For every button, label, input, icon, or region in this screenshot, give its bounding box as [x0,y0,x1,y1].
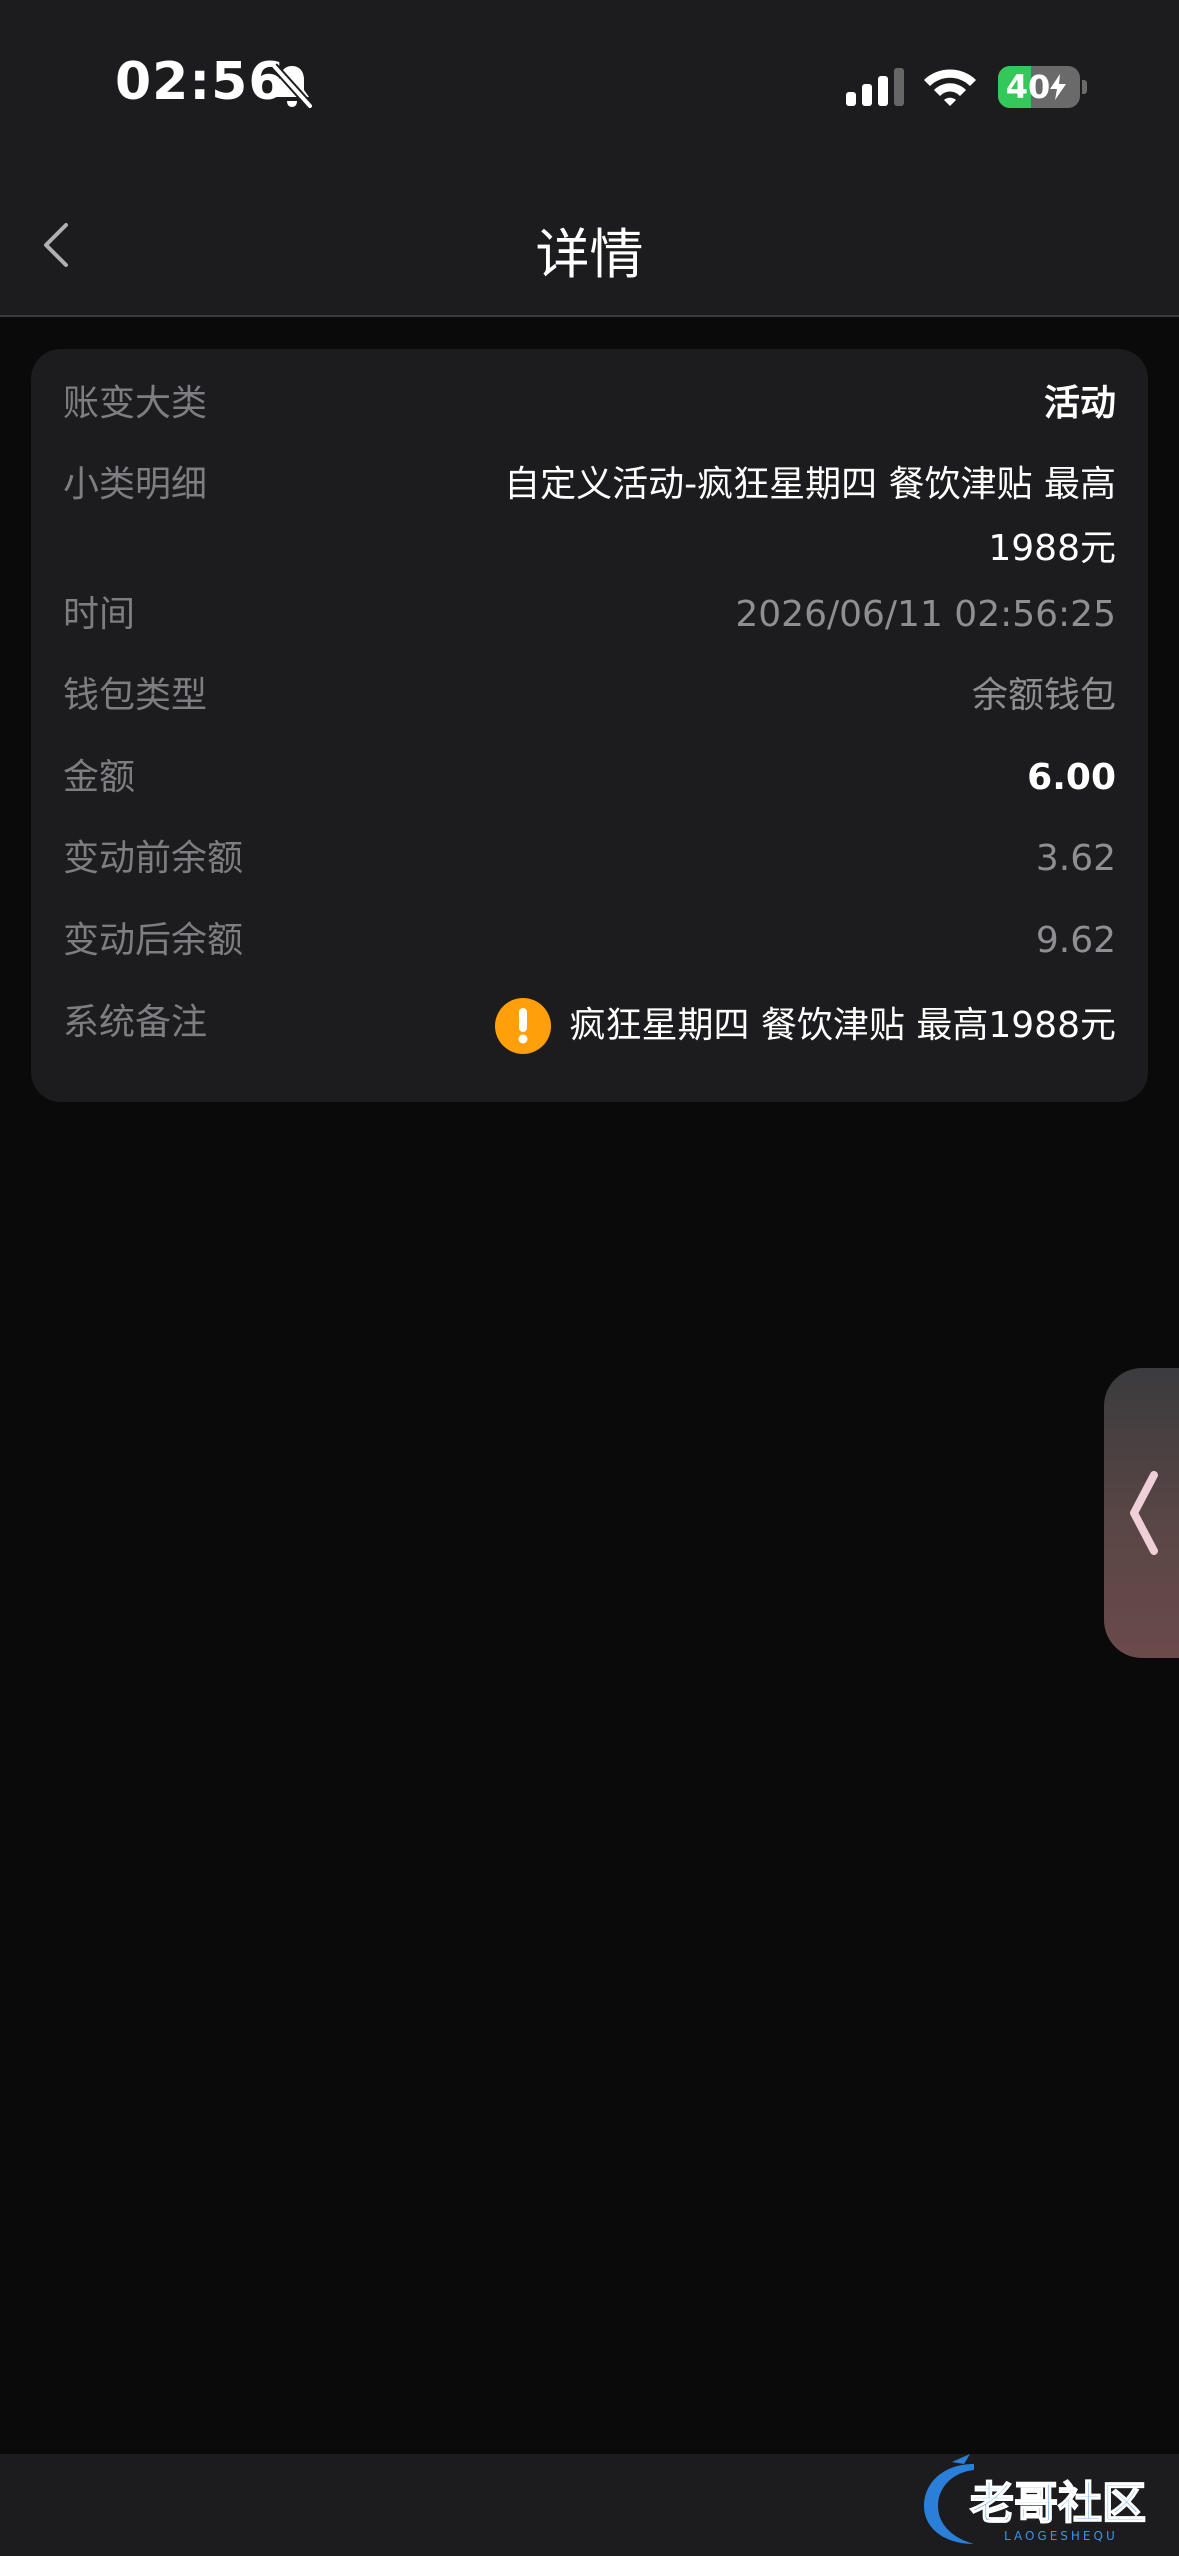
subcategory-label: 小类明细 [63,464,208,505]
wallet-type-label: 钱包类型 [63,675,208,716]
status-time: 02:56 [115,52,286,112]
category-value: 活动 [1043,383,1116,424]
detail-row-balance-after: 变动后余额 9.62 [63,916,1116,966]
system-remark-label: 系统备注 [63,1002,208,1043]
balance-after-value: 9.62 [1035,920,1116,961]
wifi-icon [924,69,976,106]
warning-icon [495,998,552,1054]
time-label: 时间 [63,594,136,635]
signal-icon [846,68,904,106]
detail-row-wallet-type: 钱包类型 余额钱包 [63,671,1116,721]
side-drawer-handle[interactable] [1104,1368,1179,1658]
detail-row-system-remark: 系统备注 疯狂星期四 餐饮津贴 最高1988元 [63,998,1116,1054]
detail-row-subcategory: 小类明细 自定义活动-疯狂星期四 餐饮津贴 最高1988元 [63,460,1116,581]
charging-bolt-icon [1050,74,1067,100]
detail-row-balance-before: 变动前余额 3.62 [63,834,1116,884]
bell-off-icon [271,63,313,109]
detail-card: 账变大类 活动 小类明细 自定义活动-疯狂星期四 餐饮津贴 最高1988元 时间… [31,349,1148,1102]
balance-before-label: 变动前余额 [63,838,244,879]
detail-row-amount: 金额 6.00 [63,753,1116,803]
svg-text:老哥社区: 老哥社区 [970,2478,1146,2529]
detail-row-time: 时间 2026/06/11 02:56:25 [63,590,1116,640]
watermark-logo: 老哥社区 LAOGESHEQU [924,2454,1147,2544]
page-title: 详情 [535,223,644,286]
system-remark-value: 疯狂星期四 餐饮津贴 最高1988元 [569,1005,1116,1046]
amount-label: 金额 [63,757,136,798]
top-bar: 02:56 40 详情 [0,0,1179,317]
battery-indicator: 40 [998,66,1080,108]
chevron-left-icon [1130,1471,1158,1555]
balance-before-value: 3.62 [1035,838,1116,879]
category-label: 账变大类 [63,383,208,424]
wallet-type-value: 余额钱包 [971,675,1116,716]
svg-text:LAOGESHEQU: LAOGESHEQU [1004,2529,1118,2543]
detail-row-category: 账变大类 活动 [63,379,1116,429]
system-remark: 疯狂星期四 餐饮津贴 最高1988元 [495,998,1116,1054]
battery-level: 40 [1005,68,1051,106]
amount-value: 6.00 [1027,757,1116,798]
balance-after-label: 变动后余额 [63,920,244,961]
subcategory-value: 自定义活动-疯狂星期四 餐饮津贴 最高1988元 [504,464,1116,569]
time-value: 2026/06/11 02:56:25 [735,594,1116,635]
battery-cap [1082,80,1087,94]
